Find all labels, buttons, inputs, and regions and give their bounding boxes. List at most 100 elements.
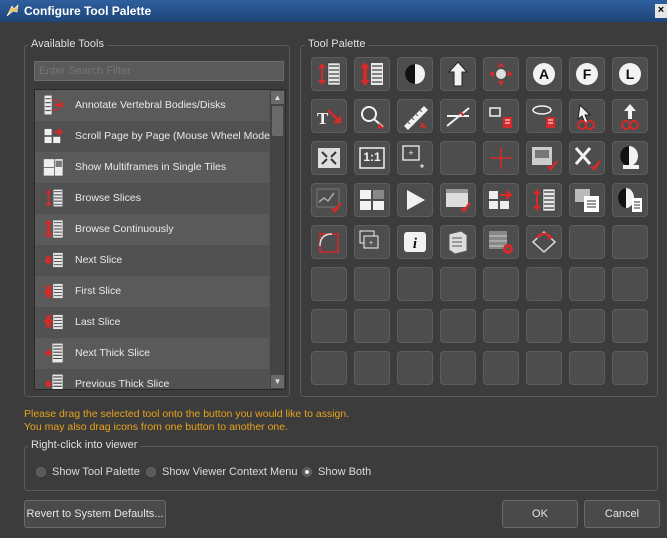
palette-slot-layers[interactable] (440, 225, 476, 259)
palette-slot-empty[interactable] (311, 309, 347, 343)
list-item[interactable]: Previous Thick Slice (35, 369, 269, 389)
list-scrollbar[interactable]: ▲ ▼ (270, 90, 285, 389)
palette-slot-stack[interactable]: + (354, 225, 390, 259)
palette-slot-empty[interactable] (612, 351, 648, 385)
ok-button[interactable]: OK (502, 500, 578, 528)
palette-slot-empty[interactable] (440, 267, 476, 301)
scroll-page-icon (489, 190, 513, 209)
palette-slot-empty[interactable] (483, 309, 519, 343)
palette-slot-fit[interactable] (311, 141, 347, 175)
palette-slot-circle-l[interactable]: L (612, 57, 648, 91)
list-item[interactable]: Annotate Vertebral Bodies/Disks (35, 90, 269, 121)
first-slice-icon (43, 283, 63, 299)
list-item[interactable]: First Slice (35, 276, 269, 307)
palette-slot-curve-check[interactable] (311, 183, 347, 217)
palette-slot-roi-rect[interactable] (483, 99, 519, 133)
palette-slot-empty[interactable] (354, 351, 390, 385)
palette-slot-zoom-loupe[interactable] (354, 99, 390, 133)
cancel-button[interactable]: Cancel (584, 500, 660, 528)
palette-slot-play[interactable] (397, 183, 433, 217)
palette-slot-empty[interactable] (612, 309, 648, 343)
list-item[interactable]: Show Multiframes in Single Tiles (35, 152, 269, 183)
palette-slot-link-arrow[interactable] (612, 99, 648, 133)
palette-slot-scroll-page[interactable] (483, 183, 519, 217)
palette-slot-roi-ellipse[interactable] (526, 99, 562, 133)
radio-circle[interactable] (146, 467, 156, 477)
zoom-box-icon: + (402, 145, 424, 168)
palette-slot-crosshair[interactable] (483, 141, 519, 175)
palette-slot-delete-x[interactable] (569, 141, 605, 175)
fit-icon (318, 148, 340, 168)
palette-slot-empty[interactable] (440, 141, 476, 175)
scroll-thumb[interactable] (272, 106, 283, 136)
available-tools-title: Available Tools (28, 38, 107, 50)
palette-slot-contrast-doc[interactable] (612, 183, 648, 217)
palette-slot-empty[interactable] (569, 225, 605, 259)
list-item[interactable]: Next Slice (35, 245, 269, 276)
palette-slot-empty[interactable] (569, 351, 605, 385)
palette-slot-empty[interactable] (397, 351, 433, 385)
palette-slot-empty[interactable] (397, 309, 433, 343)
palette-slot-empty[interactable] (526, 351, 562, 385)
palette-slot-empty[interactable] (526, 309, 562, 343)
palette-slot-layout[interactable] (569, 183, 605, 217)
palette-slot-browse-continuously[interactable] (354, 57, 390, 91)
list-item[interactable]: Browse Slices (35, 183, 269, 214)
scroll-down-arrow-icon[interactable]: ▼ (271, 375, 284, 388)
palette-slot-ruler[interactable] (397, 99, 433, 133)
palette-slot-zoom-box[interactable]: + (397, 141, 433, 175)
palette-slot-image-check[interactable] (526, 141, 562, 175)
palette-slot-text-arrow[interactable]: T (311, 99, 347, 133)
contrast-doc-icon (618, 188, 642, 212)
palette-slot-circle-a[interactable]: A (526, 57, 562, 91)
list-item[interactable]: Last Slice (35, 307, 269, 338)
palette-slot-empty[interactable] (483, 267, 519, 301)
palette-slot-empty[interactable] (569, 309, 605, 343)
palette-slot-rotate[interactable] (526, 225, 562, 259)
palette-slot-half-contrast[interactable] (612, 141, 648, 175)
palette-slot-empty[interactable] (354, 309, 390, 343)
palette-slot-empty[interactable] (311, 351, 347, 385)
list-item[interactable]: Next Thick Slice (35, 338, 269, 369)
palette-slot-info[interactable]: i (397, 225, 433, 259)
palette-slot-empty[interactable] (440, 351, 476, 385)
palette-slot-settings[interactable] (483, 225, 519, 259)
palette-slot-browse-slices[interactable] (311, 57, 347, 91)
palette-slot-image-checkmark[interactable] (440, 183, 476, 217)
scroll-up-arrow-icon[interactable]: ▲ (271, 91, 284, 104)
radio-circle[interactable] (36, 467, 46, 477)
palette-slot-browse-slices[interactable] (526, 183, 562, 217)
palette-slot-empty[interactable] (397, 267, 433, 301)
palette-slot-empty[interactable] (440, 309, 476, 343)
palette-slot-empty[interactable] (612, 267, 648, 301)
list-item[interactable]: Scroll Page by Page (Mouse Wheel Mode) (35, 121, 273, 152)
close-button[interactable]: × (655, 4, 667, 18)
palette-slot-empty[interactable] (526, 267, 562, 301)
available-tools-list[interactable]: Previous Thick Slice Next Thick Slice Last… (34, 89, 286, 390)
radio-circle-selected[interactable] (302, 467, 312, 477)
palette-slot-empty[interactable] (354, 267, 390, 301)
roi-rect-icon (489, 107, 512, 128)
palette-slot-one-to-one[interactable]: 1:1 (354, 141, 390, 175)
palette-slot-region-select[interactable] (311, 225, 347, 259)
half-contrast-icon (620, 146, 639, 169)
search-input[interactable] (34, 61, 284, 81)
palette-slot-empty[interactable] (483, 351, 519, 385)
list-item[interactable]: Browse Continuously (35, 214, 269, 245)
palette-slot-empty[interactable] (311, 267, 347, 301)
title-bar: Configure Tool Palette × (0, 0, 667, 22)
revert-defaults-button[interactable]: Revert to System Defaults... (24, 500, 166, 528)
browse-slices-icon (318, 62, 341, 86)
palette-slot-link-pointer[interactable] (569, 99, 605, 133)
info-icon: i (404, 232, 426, 252)
palette-slot-circle-f[interactable]: F (569, 57, 605, 91)
palette-slot-multiframe[interactable] (354, 183, 390, 217)
curve-check-icon (316, 188, 342, 213)
last-slice-icon (43, 314, 63, 330)
palette-slot-empty[interactable] (569, 267, 605, 301)
palette-slot-empty[interactable] (612, 225, 648, 259)
palette-slot-window-level[interactable] (397, 57, 433, 91)
palette-slot-move[interactable] (483, 57, 519, 91)
palette-slot-pan[interactable] (440, 57, 476, 91)
palette-slot-angle[interactable] (440, 99, 476, 133)
